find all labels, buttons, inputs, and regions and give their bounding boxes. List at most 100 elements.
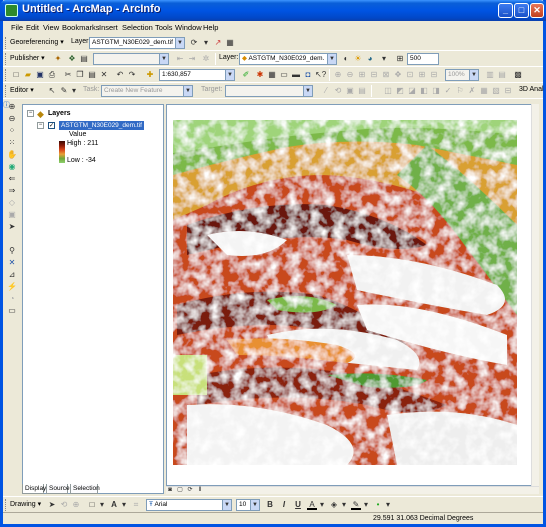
sketch-tool-icon[interactable]: ✎ (59, 86, 69, 96)
georef-layer-select[interactable]: ASTGTM_N30E029_dem.tif ▼ (89, 37, 185, 49)
paste-icon[interactable]: ▤ (87, 70, 97, 80)
layout-tool-icon[interactable]: ⊞ (417, 70, 427, 80)
share-icon[interactable]: ❖ (67, 54, 77, 64)
vertical-scrollbar[interactable] (531, 104, 539, 486)
add-data-icon[interactable]: ✚ (145, 70, 155, 80)
font-color-icon[interactable]: A (307, 500, 317, 510)
copy-icon[interactable]: ❐ (75, 70, 85, 80)
layout-tool-icon[interactable]: ⊠ (381, 70, 391, 80)
data-view-icon[interactable]: ◙ (166, 487, 174, 494)
whats-this-icon[interactable]: ↖? (315, 70, 326, 80)
topology-tool-icon[interactable]: ◨ (431, 86, 441, 96)
chevron-down-icon[interactable]: ▼ (159, 54, 168, 64)
menu-insert[interactable]: Insert (99, 23, 118, 32)
data-frame-label[interactable]: Layers (48, 110, 71, 117)
menu-view[interactable]: View (43, 23, 59, 32)
edit-vertices-icon[interactable]: ⌗ (131, 500, 141, 510)
chevron-down-icon[interactable]: ▾ (361, 500, 371, 510)
zoom-in-icon[interactable]: ⊕ (7, 102, 17, 112)
effects-dropdown-icon[interactable]: ▾ (379, 54, 389, 64)
layout-tool-icon[interactable]: ⊡ (405, 70, 415, 80)
time-slider-icon[interactable]: ◔ (7, 294, 17, 304)
arcmap-app-icon[interactable] (5, 4, 18, 17)
horizontal-scrollbar[interactable] (166, 486, 539, 494)
pan-icon[interactable]: ✋ (7, 150, 17, 160)
editor-menu[interactable]: Editor ▾ (10, 86, 34, 94)
topology-tool-icon[interactable]: ◩ (395, 86, 405, 96)
layout-tool-icon[interactable]: ⊕ (333, 70, 343, 80)
layout-tool-icon[interactable]: ⊞ (357, 70, 367, 80)
redo-icon[interactable]: ↷ (127, 70, 137, 80)
menu-file[interactable]: File (11, 23, 23, 32)
task-select[interactable]: Create New Feature ▼ (101, 85, 193, 97)
select-elements-icon[interactable]: ➤ (47, 500, 57, 510)
swipe-icon[interactable]: ◕ (365, 54, 375, 64)
undo-icon[interactable]: ↶ (115, 70, 125, 80)
target-select[interactable]: ▼ (225, 85, 313, 97)
pause-drawing-icon[interactable]: Ⅱ (196, 487, 204, 494)
chevron-down-icon[interactable]: ▼ (183, 86, 192, 96)
change-layout-icon[interactable]: ▩ (513, 70, 523, 80)
topology-tool-icon[interactable]: ⊟ (503, 86, 513, 96)
toolbar-grip[interactable] (5, 69, 8, 81)
viewer-icon[interactable]: ▭ (7, 306, 17, 316)
rectangle-icon[interactable]: □ (87, 500, 97, 510)
attributes-icon[interactable]: ▣ (345, 86, 355, 96)
layout-tool-icon[interactable]: ⊖ (345, 70, 355, 80)
rotate-icon[interactable]: ⟲ (59, 500, 69, 510)
grid-icon[interactable]: ✲ (201, 54, 211, 64)
hyperlink-icon[interactable]: ⚡ (7, 282, 17, 292)
topology-tool-icon[interactable]: ✗ (467, 86, 477, 96)
settings-icon[interactable]: ▤ (79, 54, 89, 64)
toggle-draft-icon[interactable]: ▥ (485, 70, 495, 80)
menu-tools[interactable]: Tools (155, 23, 173, 32)
chevron-down-icon[interactable]: ▼ (327, 54, 336, 64)
new-text-icon[interactable]: A (109, 500, 119, 510)
chevron-down-icon[interactable]: ▾ (201, 38, 211, 48)
chevron-down-icon[interactable]: ▼ (175, 38, 184, 48)
topology-tool-icon[interactable]: ⚐ (455, 86, 465, 96)
font-select[interactable]: Ŧ Arial ▼ (146, 499, 232, 511)
new-document-icon[interactable]: □ (11, 70, 21, 80)
fixed-zoom-out-icon[interactable]: ⁙ (7, 138, 17, 148)
topology-tool-icon[interactable]: ◪ (407, 86, 417, 96)
clear-selection-icon[interactable]: ▣ (7, 210, 17, 220)
collapse-icon[interactable]: − (27, 110, 34, 117)
menu-help[interactable]: Help (203, 23, 218, 32)
chevron-down-icon[interactable]: ▼ (222, 500, 231, 510)
menu-selection[interactable]: Selection (122, 23, 153, 32)
toolbar-grip[interactable] (5, 37, 8, 49)
print-icon[interactable]: ⎙ (47, 70, 57, 80)
go-to-xy-icon[interactable]: ✕ (7, 258, 17, 268)
select-features-icon[interactable]: ◇ (7, 198, 17, 208)
next-extent-icon[interactable]: ⇒ (7, 186, 17, 196)
sketch-properties-icon[interactable]: ▤ (357, 86, 367, 96)
layout-tool-icon[interactable]: ⊟ (369, 70, 379, 80)
topology-tool-icon[interactable]: ▧ (491, 86, 501, 96)
bold-button[interactable]: B (265, 500, 275, 510)
chevron-down-icon[interactable]: ▼ (303, 86, 312, 96)
find-icon[interactable]: ⚲ (7, 246, 17, 256)
identify-icon[interactable]: ✱ (255, 70, 265, 80)
layer-name[interactable]: ASTGTM_N30E029_dem.tif (59, 121, 144, 130)
underline-button[interactable]: U (293, 500, 303, 510)
chevron-down-icon[interactable]: ▾ (339, 500, 349, 510)
add-control-points-icon[interactable]: ↗ (213, 38, 223, 48)
layout-view-icon[interactable]: ▢ (176, 487, 184, 494)
tab-selection[interactable]: Selection (70, 484, 100, 494)
forward-icon[interactable]: ⇥ (187, 54, 197, 64)
chevron-down-icon[interactable]: ▾ (383, 500, 393, 510)
model-builder-icon[interactable]: ◘ (303, 70, 313, 80)
topology-tool-icon[interactable]: ◫ (383, 86, 393, 96)
close-button[interactable]: ✕ (530, 3, 544, 18)
layout-zoom-select[interactable]: 100% ▼ (445, 69, 479, 81)
focus-frame-icon[interactable]: ▤ (497, 70, 507, 80)
resolution-input[interactable]: 500 (407, 53, 439, 65)
chevron-down-icon[interactable]: ▾ (69, 86, 79, 96)
fixed-zoom-in-icon[interactable]: ⁘ (7, 126, 17, 136)
font-size-select[interactable]: 10 ▼ (236, 499, 260, 511)
chevron-down-icon[interactable]: ▾ (119, 500, 129, 510)
layer-visibility-checkbox[interactable]: ✓ (48, 122, 55, 129)
line-color-icon[interactable]: ✎ (351, 500, 361, 510)
publish-icon[interactable]: ✦ (53, 54, 63, 64)
